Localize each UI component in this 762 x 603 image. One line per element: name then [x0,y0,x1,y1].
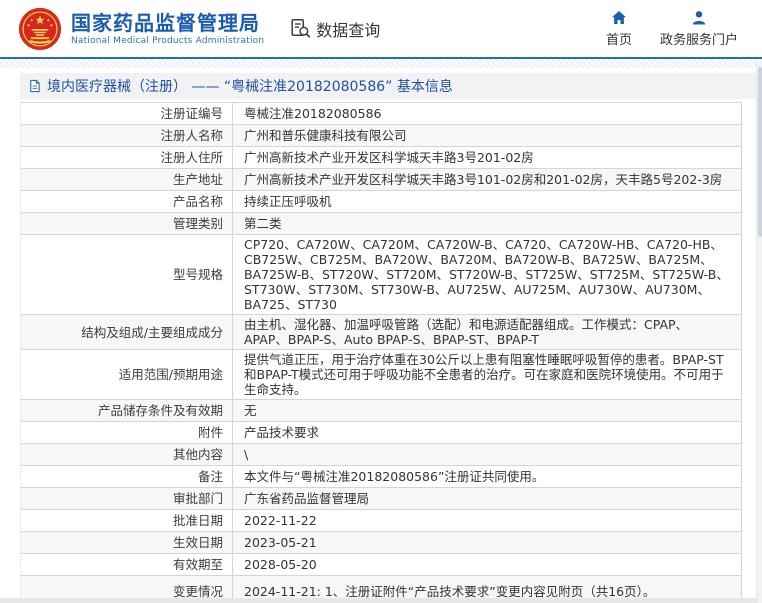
table-row: 有效期至 2028-05-20 [21,554,741,576]
top-nav: 首页 政务服务门户 [606,10,746,48]
table-row: 审批部门 广东省药品监督管理局 [21,488,741,510]
page-title: 境内医疗器械（注册） —— “粤械注准20182080586” 基本信息 [47,79,453,95]
row-label: 型号规格 [21,235,233,314]
row-label: 产品名称 [21,191,233,212]
table-row: 结构及组成/主要组成成分 由主机、湿化器、加温呼吸管路（选配）和电源适配器组成。… [21,315,741,350]
nav-item-home[interactable]: 首页 [606,10,632,48]
page-icon [28,79,41,93]
table-row: 其他内容 \ [21,444,741,466]
row-value: 2022-11-22 [244,513,317,528]
row-value: \ [244,447,249,462]
table-row: 注册人名称 广州和普乐健康科技有限公司 [21,125,741,147]
row-value: 本文件与“粤械注准20182080586”注册证共同使用。 [244,469,545,484]
document-search-icon [290,18,311,39]
table-row: 产品储存条件及有效期 无 [21,400,741,422]
row-label: 生产地址 [21,169,233,190]
table-row: 注册证编号 粤械注准20182080586 [21,103,741,125]
row-label: 结构及组成/主要组成成分 [21,315,233,349]
row-value: 由主机、湿化器、加温呼吸管路（选配）和电源适配器组成。工作模式：CPAP、APA… [244,317,689,347]
row-label: 审批部门 [21,488,233,509]
row-value: 产品技术要求 [244,425,320,440]
table-row: 产品名称 持续正压呼吸机 [21,191,741,213]
table-row: 附件 产品技术要求 [21,422,741,444]
row-value: 广州高新技术产业开发区科学城天丰路3号101-02房和201-02房，天丰路5号… [244,172,723,187]
nav-home-label: 首页 [605,32,632,48]
row-label: 批准日期 [21,510,233,531]
row-value: 提供气道正压，用于治疗体重在30公斤以上患有阻塞性睡眠呼吸暂停的患者。BPAP-… [244,352,724,397]
table-row: 生产地址 广州高新技术产业开发区科学城天丰路3号101-02房和201-02房，… [21,169,741,191]
row-value: 2023-05-21 [244,535,317,550]
row-label: 其他内容 [21,444,233,465]
row-value: 第二类 [244,216,282,231]
row-value: 无 [244,403,257,418]
brand: 国家药品监督管理局 National Medical Products Admi… [18,7,264,51]
row-label: 备注 [21,466,233,487]
brand-subtitle: National Medical Products Administration [71,36,265,46]
row-label: 注册人住所 [21,147,233,168]
registration-detail-table: 注册证编号 粤械注准20182080586 注册人名称 广州和普乐健康科技有限公… [20,102,742,603]
data-query-section[interactable]: 数据查询 [290,17,380,41]
row-label: 管理类别 [21,213,233,234]
home-icon [611,10,627,25]
table-row: 型号规格 CP720、CA720W、CA720M、CA720W-B、CA720、… [21,235,741,315]
row-value: 持续正压呼吸机 [244,194,332,209]
row-label: 附件 [21,422,233,443]
row-value: 广州和普乐健康科技有限公司 [244,128,407,143]
nav-portal-label: 政务服务门户 [659,32,738,48]
brand-text: 国家药品监督管理局 National Medical Products Admi… [71,11,264,46]
row-label: 产品储存条件及有效期 [21,400,233,421]
brand-title: 国家药品监督管理局 [71,11,260,35]
table-row: 批准日期 2022-11-22 [21,510,741,532]
page-scrollbar[interactable] [756,61,762,603]
nav-item-portal[interactable]: 政务服务门户 [660,10,738,48]
footer-band [0,598,762,603]
row-label: 适用范围/预期用途 [21,350,233,399]
table-row: 管理类别 第二类 [21,213,741,235]
scrollbar-thumb[interactable] [757,67,762,237]
user-icon [691,10,707,25]
page-title-bar: 境内医疗器械（注册） —— “粤械注准20182080586” 基本信息 [20,73,756,99]
site-header: 国家药品监督管理局 National Medical Products Admi… [0,0,762,59]
table-row: 适用范围/预期用途 提供气道正压，用于治疗体重在30公斤以上患有阻塞性睡眠呼吸暂… [21,350,741,400]
row-value: 粤械注准20182080586 [244,106,382,121]
row-label: 有效期至 [21,554,233,575]
row-value: CP720、CA720W、CA720M、CA720W-B、CA720、CA720… [244,237,729,312]
row-value: 广东省药品监督管理局 [244,491,370,506]
table-row: 生效日期 2023-05-21 [21,532,741,554]
row-label: 生效日期 [21,532,233,553]
hatch-divider [0,59,762,68]
national-emblem-icon [18,7,62,51]
row-value: 2028-05-20 [244,557,317,572]
main-content: 境内医疗器械（注册） —— “粤械注准20182080586” 基本信息 注册证… [0,68,762,603]
row-value: 广州高新技术产业开发区科学城天丰路3号201-02房 [244,150,534,165]
row-label: 注册人名称 [21,125,233,146]
data-query-label: 数据查询 [316,20,381,40]
table-row: 注册人住所 广州高新技术产业开发区科学城天丰路3号201-02房 [21,147,741,169]
row-label: 注册证编号 [21,103,233,124]
table-row: 备注 本文件与“粤械注准20182080586”注册证共同使用。 [21,466,741,488]
